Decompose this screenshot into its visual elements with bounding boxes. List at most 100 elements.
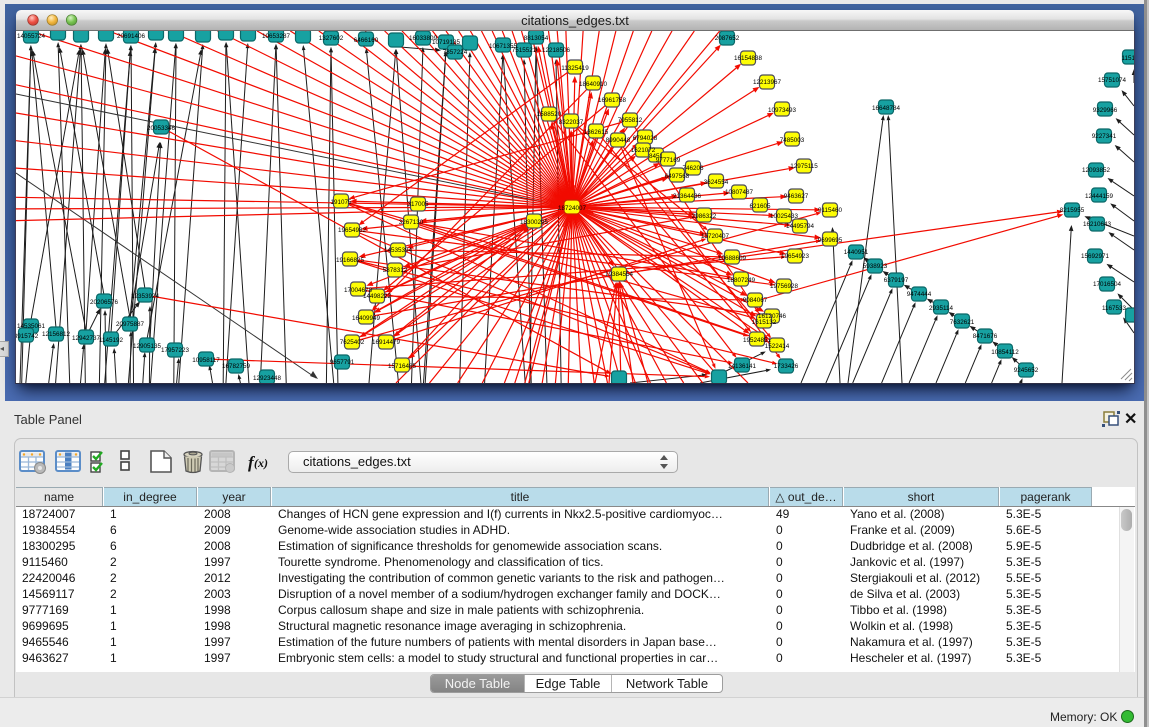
svg-text:15720407: 15720407: [701, 233, 730, 240]
svg-text:9227341: 9227341: [1092, 133, 1117, 140]
svg-text:20975887: 20975887: [116, 321, 145, 328]
svg-text:1615132: 1615132: [752, 319, 777, 326]
svg-text:19384554: 19384554: [605, 271, 634, 278]
svg-text:17957223: 17957223: [161, 347, 190, 354]
svg-text:6466160: 6466160: [354, 37, 379, 44]
svg-text:1588520: 1588520: [537, 111, 562, 118]
svg-text:12975115: 12975115: [790, 163, 818, 170]
svg-text:1145192: 1145192: [99, 337, 124, 344]
svg-text:14055724: 14055724: [17, 33, 46, 40]
svg-text:20691406: 20691406: [117, 33, 146, 40]
svg-text:16961758: 16961758: [598, 97, 627, 104]
svg-text:15751074: 15751074: [1098, 77, 1127, 84]
svg-text:9474444: 9474444: [907, 291, 932, 298]
svg-text:8813054: 8813054: [524, 35, 549, 42]
svg-text:7485003: 7485003: [780, 137, 805, 144]
svg-text:19654982: 19654982: [338, 227, 367, 234]
svg-text:12942737: 12942737: [72, 335, 101, 342]
svg-text:3624554: 3624554: [704, 179, 729, 186]
svg-text:8322037: 8322037: [559, 119, 584, 126]
svg-text:14495794: 14495794: [786, 223, 815, 230]
svg-text:12444159: 12444159: [1085, 193, 1114, 200]
svg-text:19166825: 19166825: [336, 257, 365, 264]
svg-text:9657791: 9657791: [330, 359, 355, 366]
svg-text:18807249: 18807249: [727, 277, 756, 284]
svg-text:7625402: 7625402: [340, 339, 365, 346]
svg-text:18640910: 18640910: [579, 81, 608, 88]
svg-text:10653287: 10653287: [262, 33, 291, 40]
svg-text:14136141: 14136141: [728, 363, 757, 370]
svg-text:3267130: 3267130: [399, 219, 424, 226]
svg-text:21364436: 21364436: [673, 193, 702, 200]
svg-text:9777169: 9777169: [656, 157, 681, 164]
svg-text:7515521: 7515521: [512, 47, 537, 54]
svg-text:9463627: 9463627: [784, 193, 809, 200]
svg-text:9115460: 9115460: [818, 207, 843, 214]
svg-text:14535394: 14535394: [384, 247, 413, 254]
svg-text:2935114: 2935114: [929, 305, 954, 312]
svg-text:8990448: 8990448: [606, 137, 631, 144]
svg-text:317005: 317005: [407, 201, 429, 208]
svg-text:5938923: 5938923: [863, 263, 888, 270]
svg-text:10807487: 10807487: [725, 189, 754, 196]
svg-text:5878312: 5878312: [383, 267, 408, 274]
svg-text:16409949: 16409949: [352, 315, 381, 322]
svg-text:16648784: 16648784: [872, 105, 901, 112]
svg-text:(x): (x): [254, 456, 268, 470]
svg-text:17016504: 17016504: [1093, 281, 1122, 288]
svg-text:12218506: 12218506: [542, 47, 571, 54]
svg-text:621605: 621605: [749, 203, 771, 210]
svg-text:15692971: 15692971: [1081, 253, 1110, 260]
svg-text:9084067: 9084067: [743, 297, 768, 304]
svg-text:10688609: 10688609: [718, 255, 747, 262]
svg-text:16914479: 16914479: [372, 339, 401, 346]
svg-text:2087652: 2087652: [715, 35, 740, 42]
svg-text:16210643: 16210643: [1083, 221, 1112, 228]
svg-text:12923448: 12923448: [253, 375, 282, 382]
svg-text:6379197: 6379197: [884, 277, 909, 284]
svg-text:2986322: 2986322: [692, 213, 717, 220]
svg-text:8471676: 8471676: [973, 333, 998, 340]
svg-text:20206576: 20206576: [90, 299, 119, 306]
svg-text:191075: 191075: [330, 199, 352, 206]
svg-text:18724007: 18724007: [558, 205, 587, 212]
svg-text:1167533: 1167533: [1102, 305, 1127, 312]
svg-text:1522414: 1522414: [765, 343, 790, 350]
svg-text:12156812: 12156812: [42, 331, 71, 338]
svg-text:16782759: 16782759: [222, 363, 251, 370]
svg-text:11518: 11518: [1121, 55, 1134, 62]
svg-text:10719135: 10719135: [432, 39, 461, 46]
svg-text:1362615: 1362615: [584, 129, 609, 136]
svg-text:10025433: 10025433: [770, 213, 799, 220]
svg-text:7857224: 7857224: [443, 49, 468, 56]
svg-text:9699695: 9699695: [818, 237, 843, 244]
svg-text:9245652: 9245652: [1014, 367, 1039, 374]
svg-text:11325419: 11325419: [561, 65, 589, 72]
svg-text:18300295: 18300295: [520, 219, 549, 226]
svg-text:7955812: 7955812: [618, 117, 643, 124]
svg-text:19756928: 19756928: [770, 283, 799, 290]
svg-text:746206: 746206: [682, 165, 704, 172]
svg-text:1440951: 1440951: [844, 249, 869, 256]
svg-text:3915742: 3915742: [16, 333, 39, 340]
svg-text:10973493: 10973493: [768, 107, 797, 114]
svg-text:19654923: 19654923: [781, 253, 810, 260]
svg-text:1733426: 1733426: [774, 363, 799, 370]
svg-text:8215955: 8215955: [1060, 207, 1085, 214]
svg-text:12905135: 12905135: [133, 343, 162, 350]
svg-text:6794028: 6794028: [633, 135, 658, 142]
svg-text:6497568: 6497568: [665, 173, 690, 180]
svg-text:14498222: 14498222: [363, 293, 392, 300]
svg-text:12353924: 12353924: [131, 293, 160, 300]
svg-text:12093852: 12093852: [1082, 167, 1111, 174]
svg-text:12213967: 12213967: [753, 79, 782, 86]
svg-text:10958117: 10958117: [192, 357, 220, 364]
svg-text:15716485: 15716485: [388, 363, 417, 370]
svg-text:7632621: 7632621: [950, 319, 975, 326]
svg-text:20053346: 20053346: [147, 125, 176, 132]
svg-text:10854112: 10854112: [991, 349, 1019, 356]
svg-text:16154838: 16154838: [734, 55, 763, 62]
svg-text:1327602: 1327602: [319, 35, 344, 42]
svg-text:14535061: 14535061: [17, 323, 46, 330]
svg-text:9329966: 9329966: [1093, 107, 1118, 114]
